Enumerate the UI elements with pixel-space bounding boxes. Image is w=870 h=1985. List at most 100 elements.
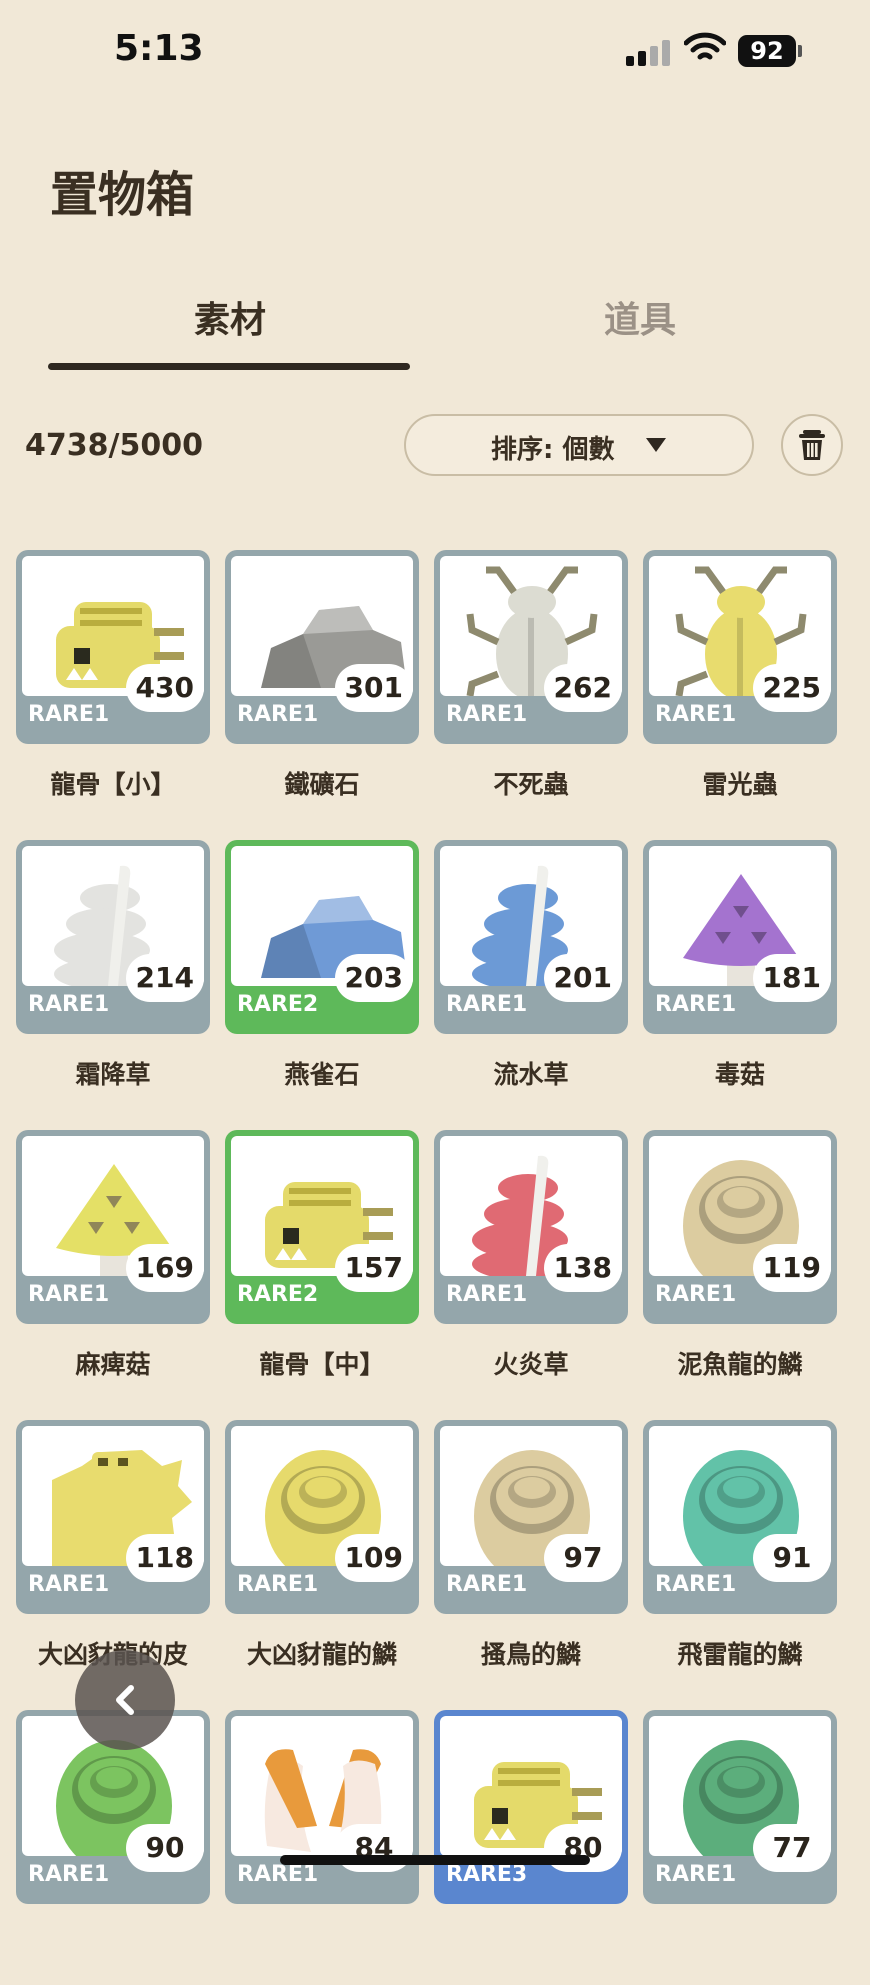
status-time: 5:13 [114,28,204,69]
rarity-label: RARE2 [237,992,319,1017]
material-item[interactable]: RARE1 77 [643,1710,837,1985]
battery-tip [798,45,802,57]
item-name: 大凶豺龍的鱗 [246,1640,397,1669]
item-name: 搔鳥的鱗 [480,1640,581,1669]
item-name: 龍骨【小】 [50,770,176,799]
tab-bar: 素材 道具 [0,285,870,375]
rarity-label: RARE1 [446,1282,528,1307]
material-item[interactable]: RARE1 262 不死蟲 [434,550,628,825]
quantity-badge: 109 [334,1534,413,1582]
rarity-label: RARE1 [237,702,319,727]
item-name: 麻痺菇 [75,1350,151,1379]
material-item[interactable]: RARE1 225 雷光蟲 [643,550,837,825]
quantity-badge: 138 [543,1244,622,1292]
quantity-badge: 118 [125,1534,204,1582]
rarity-label: RARE1 [446,992,528,1017]
rarity-label: RARE1 [446,702,528,727]
quantity-badge: 77 [753,1824,831,1872]
material-item[interactable]: RARE1 119 泥魚龍的鱗 [643,1130,837,1405]
item-name: 泥魚龍的鱗 [677,1350,803,1379]
chevron-left-icon [116,1685,134,1715]
material-item[interactable]: RARE1 201 流水草 [434,840,628,1115]
storage-count: 4738/5000 [25,428,203,463]
material-item[interactable]: RARE2 157 龍骨【中】 [225,1130,419,1405]
item-card: RARE1 119 [643,1130,837,1324]
quantity-badge: 201 [543,954,622,1002]
material-item[interactable]: RARE1 301 鐵礦石 [225,550,419,825]
quantity-badge: 157 [334,1244,413,1292]
item-card: RARE1 430 [16,550,210,744]
item-card: RARE1 97 [434,1420,628,1614]
item-name: 流水草 [493,1060,569,1089]
item-card: RARE1 84 [225,1710,419,1904]
cellular-signal-icon [626,40,672,66]
item-name: 鐵礦石 [284,770,360,799]
tab-materials[interactable]: 素材 [50,291,410,343]
quantity-badge: 97 [544,1534,622,1582]
quantity-badge: 181 [752,954,831,1002]
trash-button[interactable] [781,414,843,476]
item-name: 雷光蟲 [702,770,778,799]
rarity-label: RARE1 [28,702,110,727]
quantity-badge: 430 [125,664,204,712]
quantity-badge: 91 [753,1534,831,1582]
item-card: RARE2 157 [225,1130,419,1324]
item-name: 火炎草 [493,1350,569,1379]
wifi-icon [684,32,726,60]
item-card: RARE1 201 [434,840,628,1034]
item-name: 霜降草 [75,1060,151,1089]
material-item[interactable]: RARE1 97 搔鳥的鱗 [434,1420,628,1695]
rarity-label: RARE1 [655,1282,737,1307]
rarity-label: RARE2 [237,1282,319,1307]
sort-dropdown[interactable]: 排序: 個數 [404,414,754,476]
material-item[interactable]: RARE1 430 龍骨【小】 [16,550,210,825]
back-button[interactable] [75,1650,175,1750]
tab-items[interactable]: 道具 [460,291,820,343]
item-name: 龍骨【中】 [259,1350,385,1379]
material-item[interactable]: RARE1 181 毒菇 [643,840,837,1115]
rarity-label: RARE1 [28,1862,110,1887]
material-item[interactable]: RARE3 80 [434,1710,628,1985]
rarity-label: RARE1 [655,1572,737,1597]
item-card: RARE1 262 [434,550,628,744]
material-item[interactable]: RARE1 84 [225,1710,419,1985]
triangle-down-icon [646,438,666,452]
rarity-label: RARE1 [237,1572,319,1597]
rarity-label: RARE1 [655,992,737,1017]
item-card: RARE1 77 [643,1710,837,1904]
active-tab-indicator [48,363,410,370]
material-item[interactable]: RARE1 109 大凶豺龍的鱗 [225,1420,419,1695]
item-card: RARE1 138 [434,1130,628,1324]
quantity-badge: 119 [752,1244,831,1292]
rarity-label: RARE1 [28,992,110,1017]
item-card: RARE1 301 [225,550,419,744]
trash-icon [799,430,825,460]
material-item[interactable]: RARE1 91 飛雷龍的鱗 [643,1420,837,1695]
item-name: 燕雀石 [284,1060,360,1089]
quantity-badge: 301 [334,664,413,712]
item-card: RARE1 214 [16,840,210,1034]
item-card: RARE1 225 [643,550,837,744]
item-card: RARE1 109 [225,1420,419,1614]
material-item[interactable]: RARE1 90 [16,1710,210,1985]
rarity-label: RARE1 [446,1572,528,1597]
item-card: RARE1 118 [16,1420,210,1614]
material-item[interactable]: RARE2 203 燕雀石 [225,840,419,1115]
battery-icon: 92 [738,35,796,67]
quantity-badge: 169 [125,1244,204,1292]
quantity-badge: 90 [126,1824,204,1872]
item-card: RARE2 203 [225,840,419,1034]
material-item[interactable]: RARE1 138 火炎草 [434,1130,628,1405]
quantity-badge: 214 [125,954,204,1002]
quantity-badge: 262 [543,664,622,712]
item-card: RARE1 91 [643,1420,837,1614]
item-name: 不死蟲 [493,770,569,799]
status-bar: 5:13 92 [0,0,870,100]
rarity-label: RARE1 [655,1862,737,1887]
material-item[interactable]: RARE1 214 霜降草 [16,840,210,1115]
item-card: RARE1 181 [643,840,837,1034]
item-name: 飛雷龍的鱗 [677,1640,803,1669]
quantity-badge: 225 [752,664,831,712]
material-item[interactable]: RARE1 169 麻痺菇 [16,1130,210,1405]
item-name: 毒菇 [714,1060,765,1089]
